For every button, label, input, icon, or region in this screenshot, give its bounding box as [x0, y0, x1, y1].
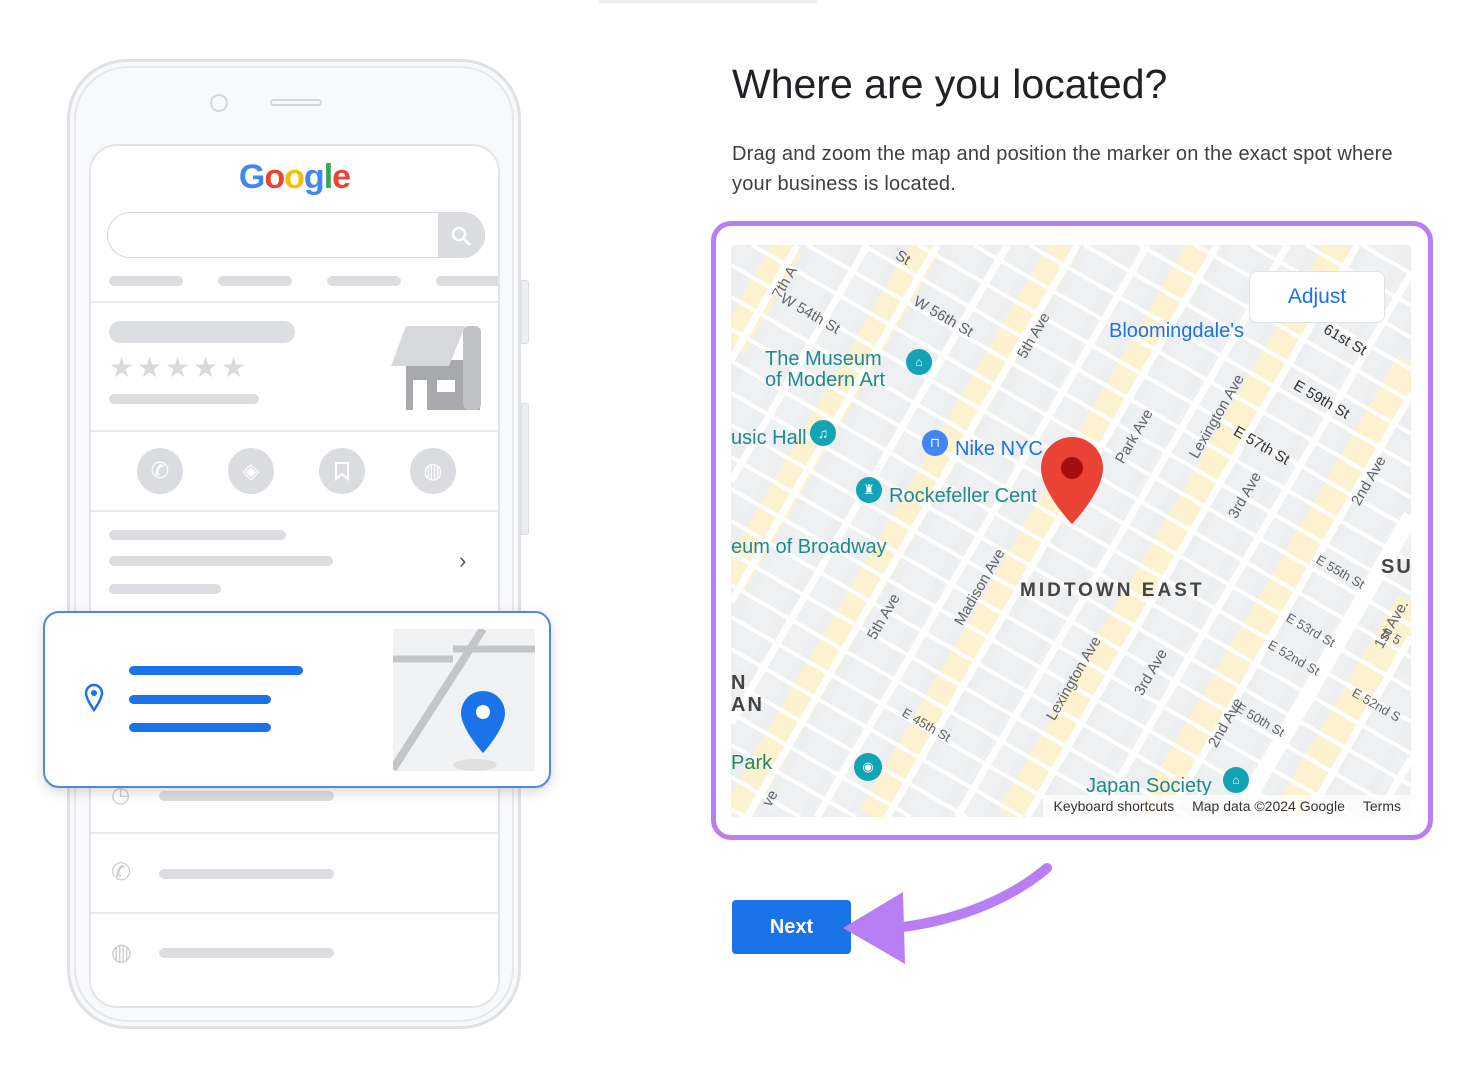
- poi-park[interactable]: Park: [731, 752, 772, 775]
- search-box: [107, 212, 485, 258]
- location-map[interactable]: 7th A W 54th St W 56th St St 5th Ave Par…: [731, 245, 1411, 817]
- placeholder-line: [129, 666, 303, 675]
- placeholder-bar: [109, 394, 259, 404]
- poi-museum-of-broadway[interactable]: eum of Broadway: [731, 536, 887, 559]
- globe-icon: ◍: [111, 939, 132, 966]
- adjust-button[interactable]: Adjust: [1249, 271, 1385, 323]
- globe-icon: ◍: [410, 448, 456, 494]
- landmark-icon: ♜: [856, 477, 882, 503]
- chevron-right-icon: ›: [459, 548, 467, 573]
- placeholder-line: [129, 695, 271, 704]
- poi-label: of Modern Art: [765, 369, 886, 391]
- camera-icon: [210, 94, 228, 112]
- placeholder-bar: [109, 556, 333, 566]
- area-label: SU: [1381, 556, 1411, 578]
- placeholder-bar: [159, 791, 334, 801]
- placeholder-title: [109, 321, 295, 343]
- location-pin-icon: [84, 683, 104, 713]
- poi-music-hall[interactable]: usic Hall: [731, 427, 807, 450]
- phone-icon: ✆: [111, 859, 132, 886]
- placeholder-bar: [436, 276, 498, 286]
- placeholder-bar: [159, 948, 334, 958]
- placeholder-bar: [109, 584, 221, 594]
- camera-icon[interactable]: ◉: [854, 753, 882, 781]
- star-icon: ★: [193, 352, 219, 383]
- phone-side-button: [521, 403, 529, 535]
- divider: [91, 832, 498, 834]
- star-icon: ★: [221, 352, 247, 383]
- placeholder-bar: [327, 276, 401, 286]
- poi-bloomingdales[interactable]: Bloomingdale's: [1109, 320, 1244, 343]
- star-icon: ★: [165, 352, 191, 383]
- next-button[interactable]: Next: [732, 900, 851, 954]
- area-label: N: [731, 672, 746, 694]
- phone-screen: Google ★ ★ ★ ★ ★ ✆ ◈ ◍ › ◷ ✆ ◍: [89, 144, 500, 1008]
- placeholder-bar: [109, 530, 286, 540]
- placeholder-bar: [109, 276, 183, 286]
- museum-icon: ⌂: [1223, 767, 1249, 793]
- bookmark-icon: [319, 448, 365, 494]
- poi-nike-nyc[interactable]: Nike NYC: [955, 438, 1043, 461]
- music-note-icon: ♫: [810, 420, 836, 446]
- google-logo: Google: [238, 158, 351, 196]
- store-icon: [391, 326, 481, 410]
- museum-icon[interactable]: ⌂: [906, 349, 932, 375]
- pointer-arrow-icon: [843, 863, 1052, 964]
- phone-icon: ✆: [137, 448, 183, 494]
- map-attribution: Keyboard shortcuts Map data ©2024 Google…: [1043, 795, 1411, 817]
- top-divider: [598, 0, 818, 3]
- page-description: Drag and zoom the map and position the m…: [732, 143, 1393, 195]
- terms-link[interactable]: Terms: [1363, 798, 1401, 814]
- shopping-bag-icon: ⊓: [922, 430, 948, 456]
- neighborhood-label: MIDTOWN EAST: [1020, 580, 1205, 601]
- mini-map: [389, 626, 535, 772]
- divider: [91, 510, 498, 512]
- poi-rockefeller-center[interactable]: Rockefeller Cent: [889, 485, 1037, 508]
- divider: [91, 301, 498, 303]
- search-icon: [438, 213, 484, 257]
- map-marker-icon[interactable]: [1039, 435, 1105, 527]
- placeholder-line: [129, 723, 271, 732]
- poi-moma[interactable]: The Museum of Modern Art: [765, 349, 885, 391]
- page-title: Where are you located?: [732, 61, 1168, 107]
- keyboard-shortcuts-link[interactable]: Keyboard shortcuts: [1053, 798, 1174, 814]
- poi-label: The Museum: [765, 348, 882, 370]
- map-block: [731, 245, 757, 274]
- phone-side-button: [521, 280, 529, 344]
- star-icon: ★: [109, 352, 135, 383]
- placeholder-bar: [159, 869, 334, 879]
- star-icon: ★: [137, 352, 163, 383]
- map-data-text: Map data ©2024 Google: [1192, 798, 1345, 814]
- directions-icon: ◈: [228, 448, 274, 494]
- divider: [91, 912, 498, 914]
- speaker-icon: [270, 99, 322, 106]
- location-card-illustration: [43, 611, 551, 788]
- area-label: AN: [731, 694, 764, 716]
- placeholder-bar: [218, 276, 292, 286]
- divider: [91, 430, 498, 432]
